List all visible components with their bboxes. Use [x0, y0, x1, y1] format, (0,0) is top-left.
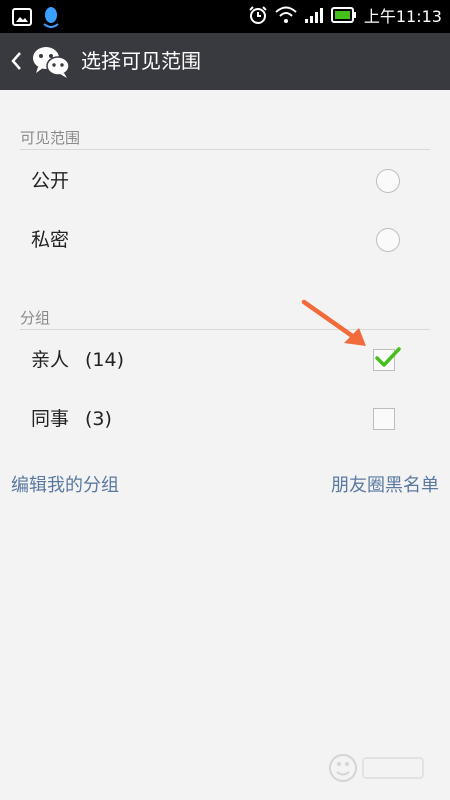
group-row-colleagues[interactable]: 同事 (3) [0, 391, 450, 449]
group-name: 同事 [31, 408, 70, 430]
group-count: (3) [85, 408, 112, 430]
option-private[interactable]: 私密 [0, 212, 450, 270]
blacklist-link[interactable]: 朋友圈黑名单 [331, 473, 439, 499]
alarm-icon [248, 5, 268, 29]
group-label: 亲人 (14) [31, 347, 124, 373]
group-row-family[interactable]: 亲人 (14) [0, 332, 450, 390]
wifi-icon [275, 6, 297, 28]
checkbox[interactable] [373, 347, 401, 371]
option-label: 公开 [31, 170, 70, 192]
status-bar: 上午11:13 [0, 0, 450, 33]
wechat-icon[interactable] [31, 45, 71, 79]
checkbox[interactable] [373, 408, 395, 430]
group-name: 亲人 [31, 349, 70, 371]
qq-icon [42, 6, 60, 32]
watermark-logo [329, 754, 424, 782]
radio-button[interactable] [376, 169, 400, 193]
signal-icon [304, 6, 324, 28]
status-time: 上午11:13 [363, 7, 442, 26]
action-bar: 选择可见范围 [0, 33, 450, 90]
battery-icon [330, 7, 357, 27]
page-title: 选择可见范围 [81, 49, 201, 73]
section-header-visibility: 可见范围 [20, 127, 430, 150]
chevron-left-icon[interactable] [10, 50, 22, 72]
check-icon [375, 347, 401, 367]
option-public[interactable]: 公开 [0, 153, 450, 211]
group-count: (14) [85, 349, 125, 371]
option-label: 私密 [31, 229, 70, 251]
group-label: 同事 (3) [31, 406, 112, 432]
gallery-icon [12, 8, 32, 30]
radio-button[interactable] [376, 228, 400, 252]
annotation-arrow-icon [301, 299, 366, 346]
edit-groups-link[interactable]: 编辑我的分组 [11, 473, 119, 499]
